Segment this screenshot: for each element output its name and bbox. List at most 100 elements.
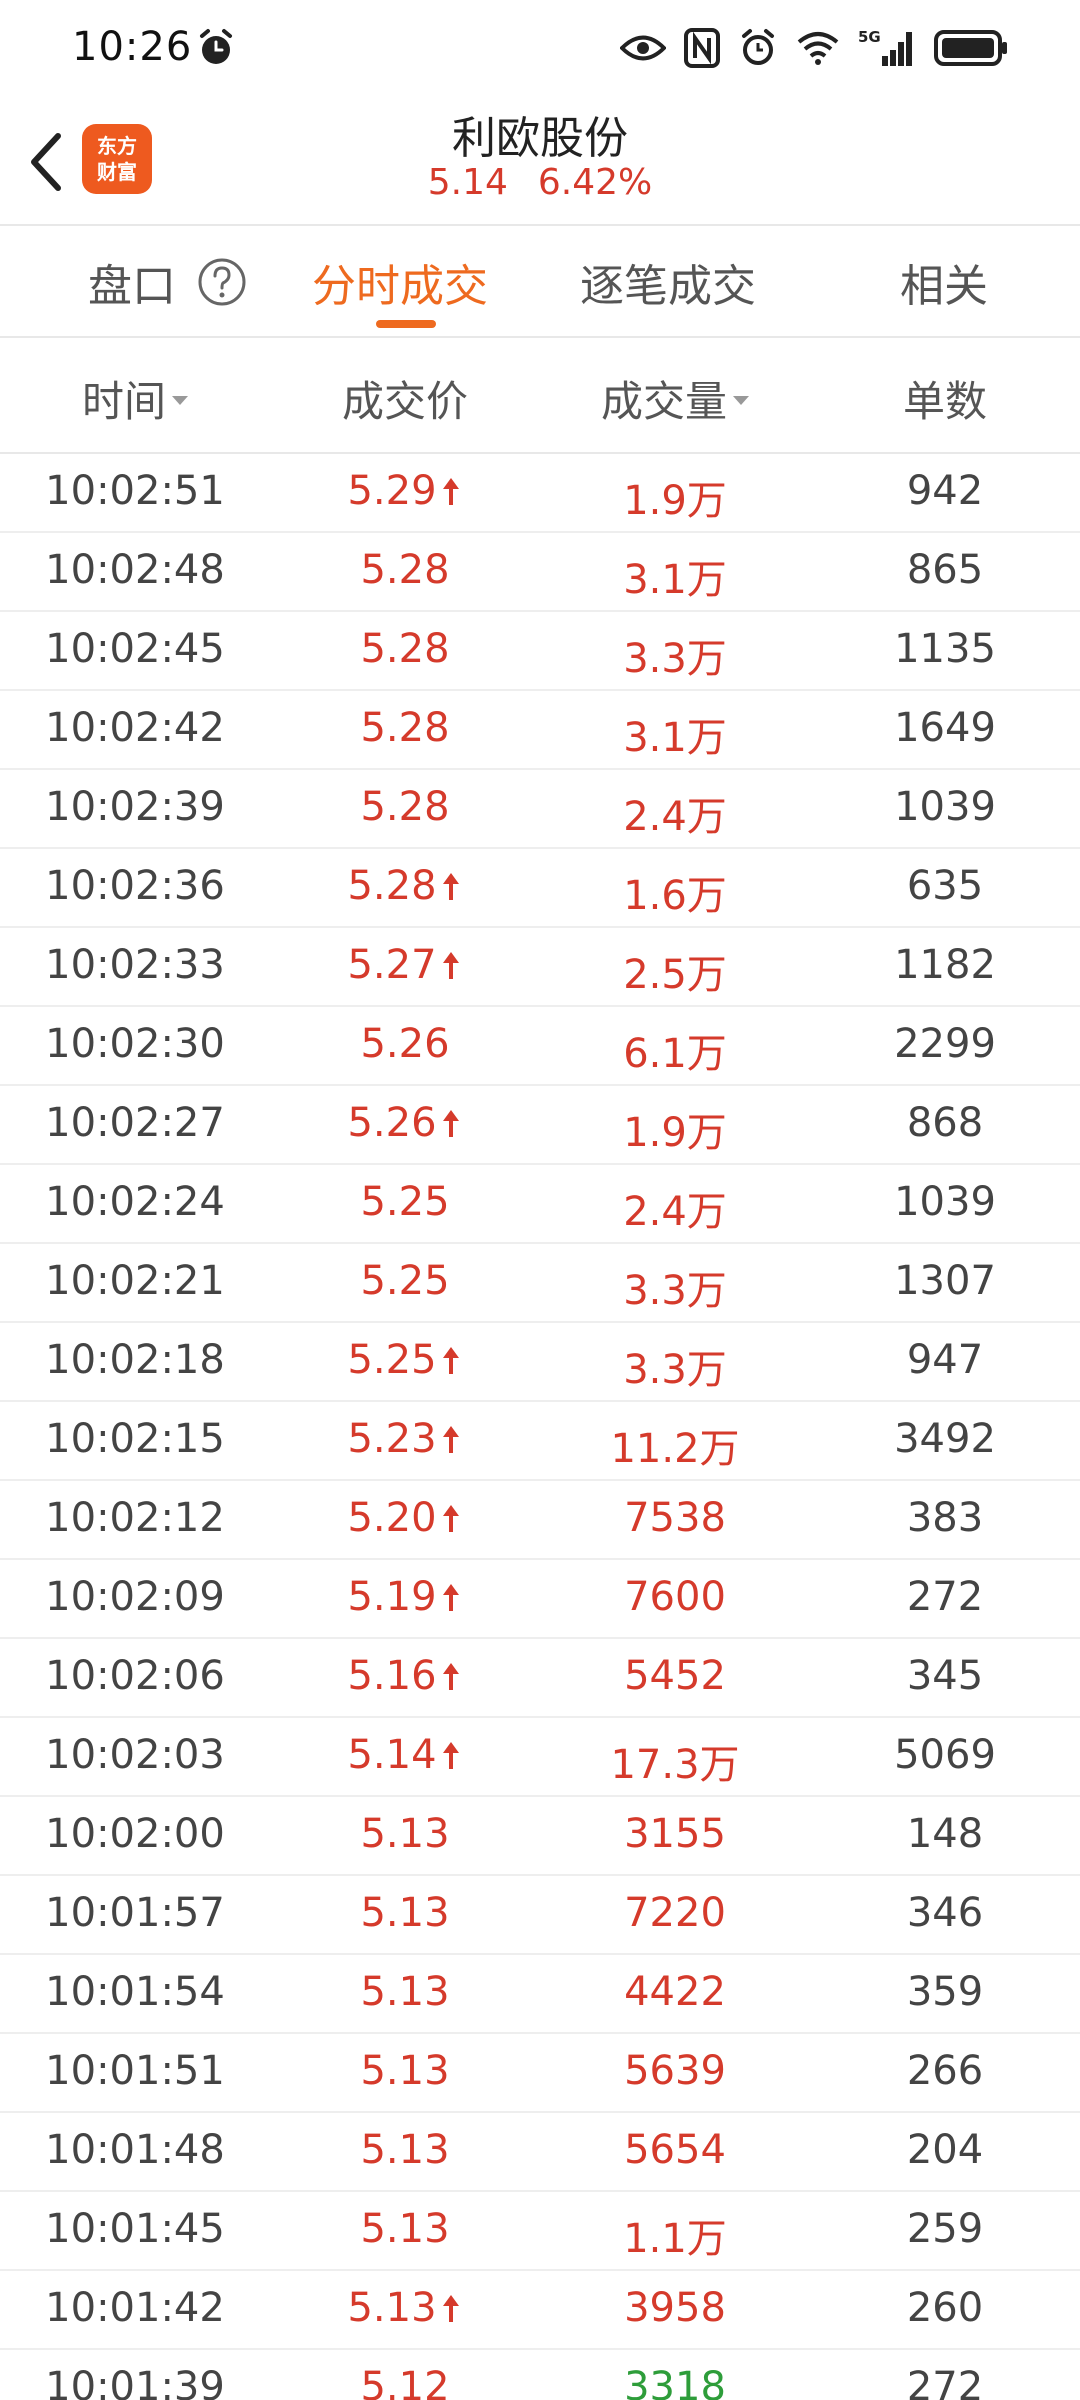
- tab-tick-trades[interactable]: 逐笔成交: [580, 250, 756, 314]
- trade-price: 5.29: [270, 468, 540, 514]
- stock-name: 利欧股份: [452, 113, 628, 164]
- trade-count: 260: [906, 2285, 984, 2331]
- table-row: 10:02:09 5.19 7600 272: [0, 1560, 1080, 1639]
- tab-related[interactable]: 相关: [900, 250, 988, 314]
- sort-caret-icon: [733, 396, 749, 405]
- trade-price: 5.13: [360, 2127, 450, 2173]
- trade-price: 5.12: [360, 2364, 450, 2400]
- trade-time: 10:02:21: [45, 1258, 225, 1304]
- trade-count: 1182: [894, 942, 996, 988]
- wifi-icon: [797, 32, 839, 65]
- trade-time: 10:01:48: [45, 2127, 225, 2173]
- trade-count: 947: [906, 1337, 984, 1383]
- trade-price: 5.13: [360, 2048, 450, 2094]
- table-row: 10:02:00 5.13 3155 148: [0, 1797, 1080, 1876]
- trade-time: 10:02:51: [45, 468, 225, 514]
- nfc-icon: [684, 28, 720, 68]
- trade-count: 1307: [894, 1258, 996, 1304]
- trade-volume: 1.6万: [623, 873, 727, 919]
- table-row: 10:02:39 5.28 2.4万 1039: [0, 770, 1080, 849]
- trade-count: 5069: [894, 1732, 996, 1778]
- column-header: 时间 成交价 成交量 单数: [0, 338, 1080, 452]
- table-row: 10:02:27 5.26 1.9万 868: [0, 1086, 1080, 1165]
- help-icon[interactable]: [196, 256, 248, 308]
- trade-count: 865: [906, 547, 984, 593]
- up-arrow-icon: [442, 1426, 459, 1453]
- trade-volume: 7220: [624, 1890, 726, 1936]
- app-header: 东方 财富 利欧股份 5.14 6.42%: [0, 100, 1080, 226]
- trade-time: 10:01:57: [45, 1890, 225, 1936]
- up-arrow-icon: [442, 2295, 459, 2322]
- tab-bar: 盘口 分时成交 逐笔成交 相关: [0, 226, 1080, 336]
- trade-volume: 3155: [624, 1811, 726, 1857]
- trade-time: 10:02:27: [45, 1100, 225, 1146]
- table-row: 10:01:39 5.12 3318 272: [0, 2350, 1080, 2400]
- column-price: 成交价: [341, 377, 468, 426]
- table-row: 10:01:51 5.13 5639 266: [0, 2034, 1080, 2113]
- status-bar: 10:26 5G: [0, 0, 1080, 100]
- tab-intraday-trades[interactable]: 分时成交: [312, 250, 488, 314]
- trade-volume: 2.5万: [623, 952, 727, 998]
- table-row: 10:02:12 5.20 7538 383: [0, 1481, 1080, 1560]
- trade-count: 1039: [894, 1179, 996, 1225]
- trade-time: 10:02:33: [45, 942, 225, 988]
- trade-volume: 1.9万: [623, 1110, 727, 1156]
- trade-price: 5.28: [360, 626, 450, 672]
- trade-price: 5.28: [270, 863, 540, 909]
- trade-volume: 3.3万: [623, 1268, 727, 1314]
- alarm-icon: [742, 29, 774, 65]
- trade-list[interactable]: 10:02:51 5.29 1.9万 942 10:02:48 5.28 3.1万 865 10…: [0, 454, 1080, 2400]
- table-row: 10:01:57 5.13 7220 346: [0, 1876, 1080, 1955]
- trade-volume: 5654: [624, 2127, 726, 2173]
- table-row: 10:01:42 5.13 3958 260: [0, 2271, 1080, 2350]
- trade-time: 10:02:30: [45, 1021, 225, 1067]
- status-time: 10:26: [72, 24, 193, 70]
- trade-volume: 3.3万: [623, 1347, 727, 1393]
- trade-volume: 3958: [624, 2285, 726, 2331]
- trade-count: 346: [906, 1890, 984, 1936]
- stock-change-pct: 6.42%: [537, 162, 653, 203]
- trade-price: 5.28: [360, 547, 450, 593]
- trade-time: 10:02:18: [45, 1337, 225, 1383]
- trade-price: 5.16: [270, 1653, 540, 1699]
- trade-count: 2299: [894, 1021, 996, 1067]
- trade-price: 5.25: [360, 1258, 450, 1304]
- battery-icon: [934, 30, 1007, 66]
- trade-volume: 17.3万: [610, 1742, 740, 1788]
- table-row: 10:02:18 5.25 3.3万 947: [0, 1323, 1080, 1402]
- column-time[interactable]: 时间: [0, 368, 270, 429]
- up-arrow-icon: [442, 1347, 459, 1374]
- table-row: 10:02:33 5.27 2.5万 1182: [0, 928, 1080, 1007]
- trade-price: 5.13: [360, 1969, 450, 2015]
- trade-time: 10:02:00: [45, 1811, 225, 1857]
- trade-price: 5.13: [270, 2285, 540, 2331]
- status-icons: 5G: [620, 26, 1008, 70]
- trade-volume: 5452: [624, 1653, 726, 1699]
- table-row: 10:02:03 5.14 17.3万 5069: [0, 1718, 1080, 1797]
- trade-volume: 4422: [624, 1969, 726, 2015]
- trade-time: 10:01:54: [45, 1969, 225, 2015]
- trade-price: 5.20: [270, 1495, 540, 1541]
- trade-count: 1135: [894, 626, 996, 672]
- trade-time: 10:02:39: [45, 784, 225, 830]
- table-row: 10:02:21 5.25 3.3万 1307: [0, 1244, 1080, 1323]
- up-arrow-icon: [442, 1505, 459, 1532]
- trade-count: 259: [906, 2206, 984, 2252]
- column-volume[interactable]: 成交量: [540, 368, 810, 429]
- trade-volume: 6.1万: [623, 1031, 727, 1077]
- trade-price: 5.13: [360, 2206, 450, 2252]
- trade-time: 10:02:48: [45, 547, 225, 593]
- table-row: 10:02:06 5.16 5452 345: [0, 1639, 1080, 1718]
- up-arrow-icon: [442, 1663, 459, 1690]
- trade-time: 10:02:45: [45, 626, 225, 672]
- trade-price: 5.27: [270, 942, 540, 988]
- up-arrow-icon: [442, 1584, 459, 1611]
- table-row: 10:02:51 5.29 1.9万 942: [0, 454, 1080, 533]
- tab-pankou[interactable]: 盘口: [88, 250, 176, 314]
- table-row: 10:02:42 5.28 3.1万 1649: [0, 691, 1080, 770]
- trade-volume: 2.4万: [623, 1189, 727, 1235]
- table-row: 10:02:24 5.25 2.4万 1039: [0, 1165, 1080, 1244]
- trade-price: 5.28: [360, 784, 450, 830]
- trade-time: 10:02:15: [45, 1416, 225, 1462]
- table-row: 10:02:15 5.23 11.2万 3492: [0, 1402, 1080, 1481]
